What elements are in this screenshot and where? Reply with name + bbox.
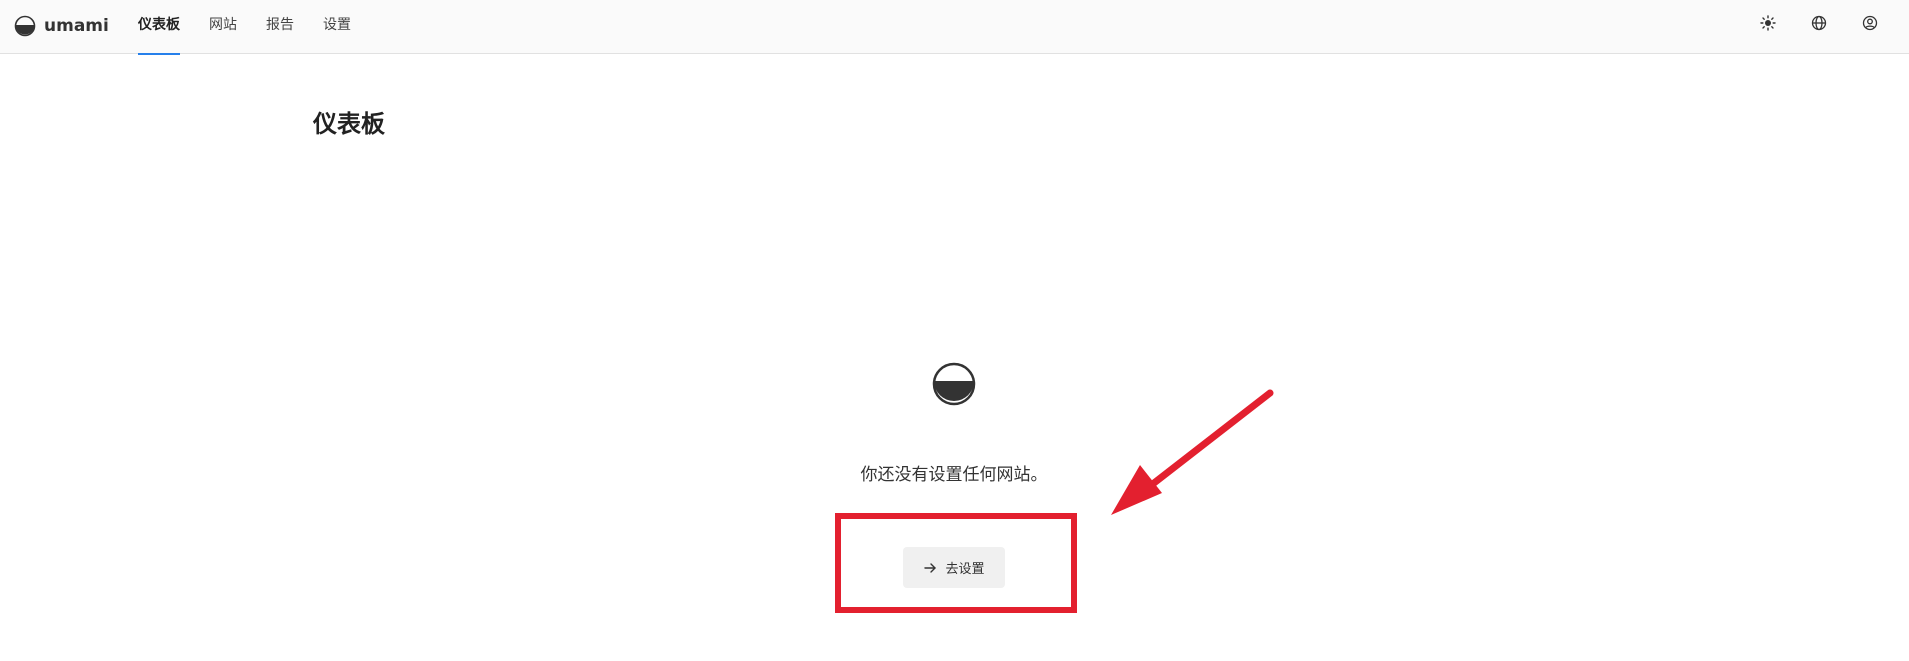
header-actions	[1759, 14, 1879, 32]
go-to-settings-label: 去设置	[945, 562, 985, 577]
app-name: umami	[44, 16, 109, 36]
language-button[interactable]	[1810, 14, 1828, 32]
app-logo[interactable]: umami	[14, 14, 109, 38]
nav-item-dashboard[interactable]: 仪表板	[138, 0, 180, 55]
nav-item-websites[interactable]: 网站	[209, 0, 237, 54]
umami-logo-icon	[14, 15, 36, 37]
sun-icon	[1760, 15, 1776, 31]
empty-state-logo	[932, 362, 976, 406]
empty-state-message: 你还没有设置任何网站。	[860, 465, 1048, 485]
arrow-right-icon	[923, 561, 937, 575]
annotation-arrow-icon	[1111, 389, 1274, 515]
globe-icon	[1811, 15, 1827, 31]
profile-button[interactable]	[1861, 14, 1879, 32]
go-to-settings-button[interactable]: 去设置	[903, 547, 1005, 588]
umami-logo-icon	[932, 362, 976, 406]
top-nav-bar: umami 仪表板 网站 报告 设置	[0, 0, 1909, 55]
theme-toggle-button[interactable]	[1759, 14, 1777, 32]
nav-item-reports[interactable]: 报告	[266, 0, 294, 54]
main-nav: 仪表板 网站 报告 设置	[138, 0, 380, 55]
page-title: 仪表板	[313, 110, 385, 138]
user-icon	[1862, 15, 1878, 31]
nav-item-settings[interactable]: 设置	[323, 0, 351, 54]
